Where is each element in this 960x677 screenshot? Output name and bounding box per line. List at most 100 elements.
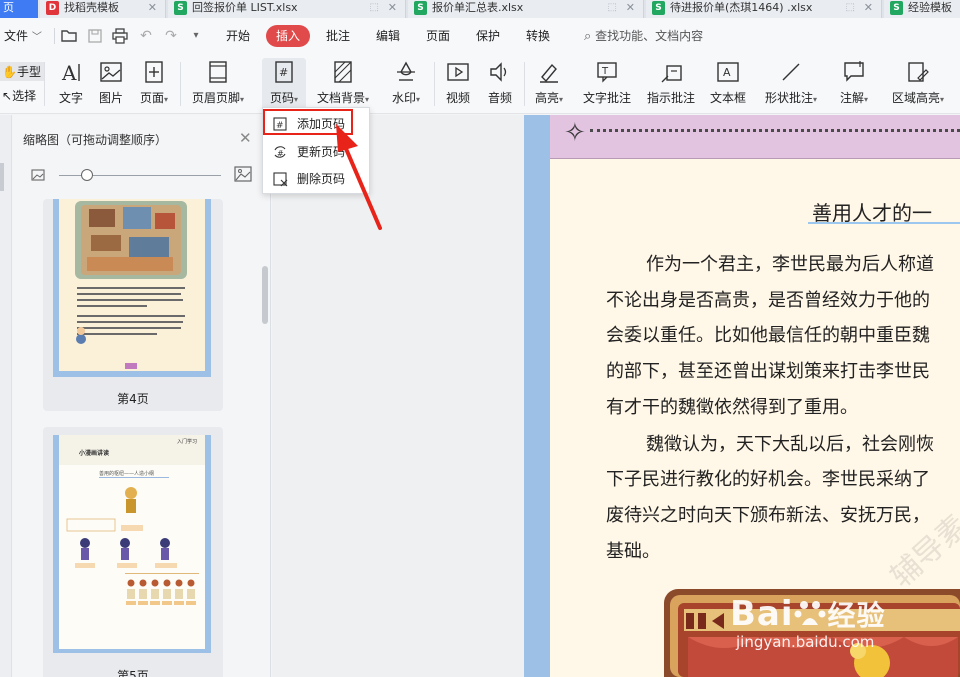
add-page-icon bbox=[145, 61, 163, 83]
thumbnail-card-page-5[interactable]: 小漫画讲读 入门学习 善用的枢纽——人造小纲 第5页 bbox=[43, 427, 223, 677]
paragraph-line: 的部下，甚至还曾出谋划策来打击李世民 bbox=[606, 361, 930, 382]
hand-mode-button[interactable]: ✋手型 bbox=[0, 62, 45, 81]
area-highlight-button[interactable]: 区域高亮▾ bbox=[886, 58, 950, 110]
textbox-label: 文本框 bbox=[709, 91, 746, 105]
large-image-icon[interactable] bbox=[234, 166, 252, 186]
page-number-button[interactable]: # 页码▾ bbox=[262, 58, 306, 110]
docer-icon: D bbox=[46, 1, 59, 15]
paragraph-line: 下子民进行教化的好机会。李世民采纳了 bbox=[606, 469, 930, 490]
file-menu-label: 文件 bbox=[4, 29, 29, 43]
document-tab-strip: 页 D 找稻壳模板 ✕ S 回签报价单 LIST.xlsx ⬚ ✕ S 报价单汇… bbox=[0, 0, 960, 18]
document-background-button[interactable]: 文档背景▾ bbox=[316, 58, 370, 110]
text-button-label: 文字 bbox=[58, 91, 83, 105]
page-number-icon: # bbox=[275, 61, 293, 83]
select-mode-button[interactable]: ↖选择 bbox=[0, 86, 38, 105]
thumbnail-panel: 缩略图（可拖动调整顺序） ✕ 第4页 小漫画讲读 入门学习 善用的枢纽——人造小… bbox=[13, 115, 271, 677]
document-tab[interactable]: S 经验模板 bbox=[884, 0, 960, 18]
sparkle-icon: ✧ bbox=[564, 118, 586, 148]
small-image-icon[interactable] bbox=[31, 169, 45, 185]
document-tab[interactable]: S 报价单汇总表.xlsx ⬚ ✕ bbox=[408, 0, 644, 18]
svg-text:A: A bbox=[723, 66, 731, 79]
redo-icon[interactable]: ↷ bbox=[162, 28, 180, 44]
side-icon-strip bbox=[0, 115, 12, 677]
paw-icon bbox=[794, 598, 828, 628]
watermark-icon bbox=[397, 61, 415, 81]
close-icon[interactable]: ✕ bbox=[388, 0, 397, 16]
print-icon[interactable] bbox=[111, 28, 129, 44]
watermark-url: jingyan.baidu.com bbox=[736, 633, 875, 651]
text-comment-button[interactable]: T 文字批注 bbox=[582, 58, 632, 110]
panel-scrollbar[interactable] bbox=[262, 266, 268, 324]
update-page-number-icon: # bbox=[274, 146, 286, 158]
document-tab[interactable]: S 待进报价单(杰琪1464) .xlsx ⬚ ✕ bbox=[646, 0, 882, 18]
picture-button[interactable]: 图片 bbox=[96, 58, 126, 110]
paragraph-line: 魏徵认为，天下大乱以后，社会刚恢 bbox=[646, 434, 934, 455]
text-comment-icon: T bbox=[597, 62, 617, 83]
pointer-comment-label: 指示批注 bbox=[646, 91, 695, 105]
close-icon[interactable]: ✕ bbox=[148, 0, 157, 16]
watermark-label: 水印▾ bbox=[391, 91, 421, 105]
textbox-button[interactable]: A 文本框 bbox=[708, 58, 748, 110]
delete-page-number-icon bbox=[273, 172, 288, 187]
text-button[interactable]: A 文字 bbox=[56, 58, 86, 110]
page-button-label: 页面▾ bbox=[139, 91, 169, 105]
home-tab[interactable]: 页 bbox=[0, 0, 38, 18]
highlight-label: 高亮▾ bbox=[534, 91, 564, 105]
tab-convert[interactable]: 转换 bbox=[526, 18, 550, 54]
pin-icon[interactable]: ⬚ bbox=[608, 0, 617, 16]
document-tab-name: 报价单汇总表.xlsx bbox=[432, 1, 524, 14]
zoom-slider-handle[interactable] bbox=[81, 169, 93, 181]
tab-protect[interactable]: 保护 bbox=[476, 18, 500, 54]
header-footer-button[interactable]: 页眉页脚▾ bbox=[190, 58, 246, 110]
video-button[interactable]: 视频 bbox=[444, 58, 472, 110]
file-menu[interactable]: 文件 ﹀ bbox=[4, 18, 42, 54]
divider bbox=[44, 62, 45, 106]
annotation-button[interactable]: 注解▾ bbox=[834, 58, 874, 110]
tab-edit[interactable]: 编辑 bbox=[376, 18, 400, 54]
save-icon[interactable] bbox=[86, 28, 104, 44]
header-footer-icon bbox=[209, 61, 227, 83]
paragraph-line: 作为一个君主，李世民最为后人称道 bbox=[646, 254, 934, 275]
close-icon[interactable]: ✕ bbox=[626, 0, 635, 16]
tab-start[interactable]: 开始 bbox=[226, 18, 250, 54]
audio-button[interactable]: 音频 bbox=[486, 58, 514, 110]
illustration-market-thumbnail bbox=[75, 201, 187, 369]
shape-comment-button[interactable]: 形状批注▾ bbox=[760, 58, 822, 110]
page-button[interactable]: 页面▾ bbox=[136, 58, 172, 110]
highlight-button[interactable]: 高亮▾ bbox=[532, 58, 566, 110]
watermark-button[interactable]: 水印▾ bbox=[388, 58, 424, 110]
pin-icon[interactable]: ⬚ bbox=[846, 0, 855, 16]
chevron-down-icon: ﹀ bbox=[31, 32, 42, 43]
thumbnail-page-label: 第5页 bbox=[117, 669, 149, 677]
background-icon bbox=[334, 61, 352, 83]
document-tab-name: 待进报价单(杰琪1464) .xlsx bbox=[670, 1, 813, 14]
thumbnail-card-page-4[interactable]: 第4页 bbox=[43, 199, 223, 411]
search-input[interactable]: 查找功能、文档内容 bbox=[595, 29, 703, 43]
cursor-icon: ↖ bbox=[2, 89, 13, 103]
undo-icon[interactable]: ↶ bbox=[137, 28, 155, 44]
spreadsheet-icon: S bbox=[652, 1, 665, 15]
page-header-band bbox=[550, 115, 960, 159]
divider bbox=[524, 62, 525, 106]
paragraph-line: 会委以重任。比如他最信任的朝中重臣魏 bbox=[606, 325, 930, 346]
close-icon[interactable]: ✕ bbox=[864, 0, 873, 16]
tab-insert[interactable]: 插入 bbox=[266, 25, 310, 47]
thumbnail-tab-indicator[interactable] bbox=[0, 163, 4, 191]
chevron-down-icon[interactable]: ▾ bbox=[187, 28, 205, 44]
close-icon[interactable]: ✕ bbox=[239, 129, 252, 147]
tab-page[interactable]: 页面 bbox=[426, 18, 450, 54]
pointer-comment-button[interactable]: 指示批注 bbox=[646, 58, 696, 110]
page-number-label: 页码▾ bbox=[269, 91, 299, 105]
hand-icon: ✋ bbox=[2, 65, 17, 79]
paragraph-line: 不论出身是否高贵，是否曾经效力于他的 bbox=[606, 290, 930, 311]
tab-comment[interactable]: 批注 bbox=[326, 18, 350, 54]
thumbnail-page-4 bbox=[53, 199, 211, 377]
pin-icon[interactable]: ⬚ bbox=[370, 0, 379, 16]
red-arrow-icon bbox=[336, 124, 382, 230]
spreadsheet-icon: S bbox=[890, 1, 903, 15]
search-icon: ⌕ bbox=[584, 29, 592, 44]
document-tab[interactable]: D 找稻壳模板 ✕ bbox=[40, 0, 166, 18]
document-tab[interactable]: S 回签报价单 LIST.xlsx ⬚ ✕ bbox=[168, 0, 406, 18]
open-folder-icon[interactable] bbox=[60, 28, 78, 44]
search-box[interactable]: ⌕ 查找功能、文档内容 bbox=[584, 18, 703, 54]
